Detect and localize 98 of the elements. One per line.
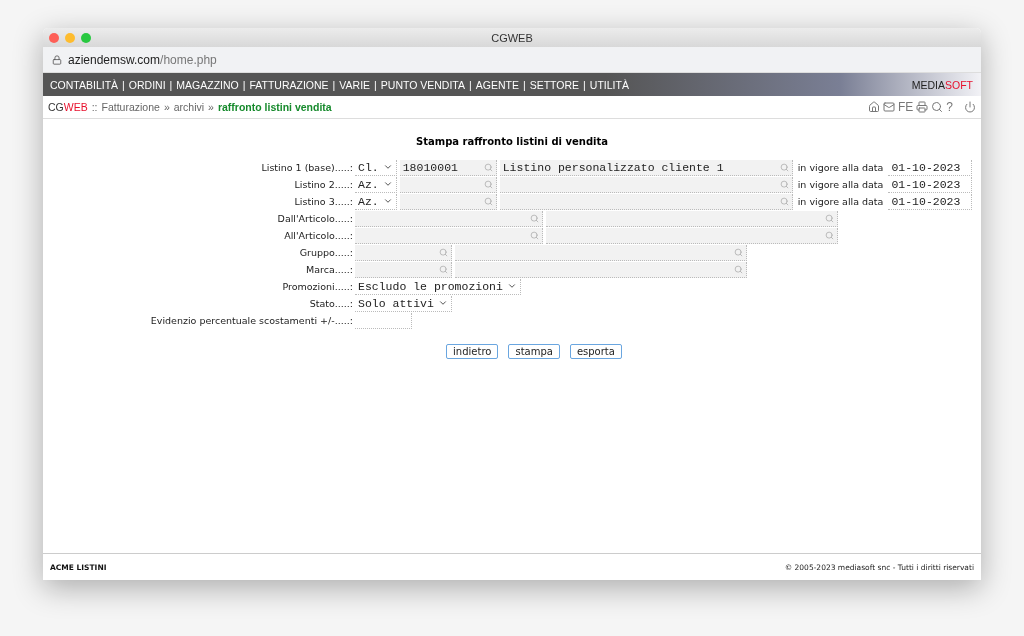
lock-icon (52, 54, 62, 65)
search-icon[interactable] (439, 247, 448, 257)
field-label: Stato.....: (309, 298, 353, 309)
input-field[interactable] (499, 176, 793, 193)
breadcrumb-link[interactable]: Fatturazione (101, 101, 160, 113)
date-label: in vigore alla data (797, 196, 884, 207)
search-icon[interactable] (483, 162, 493, 172)
form-button[interactable]: indietro (446, 344, 499, 359)
field-label: Marca.....: (305, 264, 353, 275)
search-icon[interactable] (825, 213, 834, 223)
search-icon[interactable] (734, 264, 743, 274)
toolbar-link[interactable]: ? (946, 100, 953, 114)
brand-logo: MEDIASOFT (911, 78, 973, 91)
input-field[interactable] (546, 210, 838, 227)
minimize-button[interactable] (65, 33, 75, 43)
search-icon[interactable] (530, 230, 539, 240)
menu-separator: | (374, 78, 377, 91)
field-label: Evidenzio percentuale scostamenti +/-.....: (150, 315, 353, 326)
breadcrumb-separator: » (163, 101, 170, 113)
address-bar[interactable]: aziendemsw.com/home.php (68, 52, 217, 67)
search-icon[interactable] (779, 162, 789, 172)
toolbar-link[interactable]: FE (897, 100, 914, 114)
menu-separator: | (169, 78, 173, 91)
dropdown[interactable]: Escludo le promozioni (355, 278, 521, 295)
dropdown[interactable]: Az. (355, 193, 397, 210)
form-button[interactable]: esporta (569, 344, 622, 359)
mail-icon[interactable] (882, 101, 895, 113)
search-icon[interactable] (825, 230, 834, 240)
chevron-icon (437, 298, 448, 308)
menu-item[interactable]: PUNTO VENDITA (380, 78, 465, 91)
date-label: in vigore alla data (797, 162, 884, 173)
input-field[interactable] (355, 227, 543, 244)
menu-item[interactable]: SETTORE (529, 78, 580, 91)
search-icon[interactable] (483, 196, 493, 206)
date-field[interactable]: 01-10-2023 (888, 176, 973, 193)
menu-separator: | (122, 78, 125, 91)
form-title: Stampa raffronto listini di vendita (416, 136, 608, 147)
input-field[interactable] (355, 261, 452, 278)
menu-item[interactable]: ORDINI (128, 78, 166, 91)
search-icon[interactable] (779, 196, 789, 206)
menu-item[interactable]: MAGAZZINO (176, 78, 239, 91)
input-field[interactable] (355, 210, 543, 227)
date-field[interactable]: 01-10-2023 (888, 159, 973, 176)
search-icon[interactable] (530, 213, 539, 223)
close-button[interactable] (49, 33, 59, 43)
breadcrumb-link[interactable]: archivi (173, 101, 205, 113)
menu-item[interactable]: VARIE (339, 78, 371, 91)
chevron-icon (382, 162, 393, 172)
field-label: Listino 3.....: (294, 196, 353, 207)
input-field[interactable] (399, 176, 497, 193)
search-icon[interactable] (779, 179, 789, 189)
menu-item[interactable]: UTILITÀ (589, 78, 629, 91)
chevron-icon (382, 179, 393, 189)
search-icon[interactable] (483, 179, 493, 189)
input-field[interactable]: 18010001 (399, 159, 497, 176)
menu-separator: | (332, 78, 336, 91)
home-icon[interactable] (867, 101, 880, 113)
menu-item[interactable]: AGENTE (475, 78, 519, 91)
breadcrumb-separator: :: (91, 101, 98, 113)
input-field[interactable] (455, 261, 747, 278)
date-label: in vigore alla data (797, 179, 884, 190)
form-button[interactable]: stampa (508, 344, 560, 359)
menu-item[interactable]: CONTABILITÀ (50, 78, 119, 91)
search-icon[interactable] (439, 264, 448, 274)
printer-icon[interactable] (916, 101, 929, 113)
window-title: CGWEB (491, 31, 533, 44)
menu-separator: | (583, 78, 586, 91)
breadcrumb-separator: » (208, 101, 214, 113)
app-logo-text: WEB (63, 101, 88, 113)
search-icon[interactable] (931, 101, 944, 113)
search-icon[interactable] (734, 247, 743, 257)
menu-separator: | (242, 78, 246, 91)
input-field[interactable] (399, 193, 497, 210)
power-icon[interactable] (964, 101, 976, 113)
chevron-icon (506, 281, 517, 291)
dropdown[interactable]: Az. (355, 176, 397, 193)
input-field[interactable]: Listino personalizzato cliente 1 (499, 159, 793, 176)
dropdown[interactable]: Cl. (355, 159, 397, 176)
field-label: Promozioni.....: (282, 281, 353, 292)
menu-separator: | (469, 78, 472, 91)
app-logo-text: CG (48, 101, 64, 113)
field-label: Listino 1 (base).....: (261, 162, 353, 173)
input-field[interactable] (355, 312, 412, 329)
field-label: Gruppo.....: (299, 247, 353, 258)
menu-item[interactable]: FATTURAZIONE (249, 78, 329, 91)
field-label: Dall'Articolo.....: (277, 213, 353, 224)
input-field[interactable] (546, 227, 838, 244)
input-field[interactable] (355, 244, 452, 261)
input-field[interactable] (499, 193, 793, 210)
field-label: Listino 2.....: (294, 179, 353, 190)
dropdown[interactable]: Solo attivi (355, 295, 452, 312)
chevron-icon (382, 196, 393, 206)
input-field[interactable] (455, 244, 747, 261)
menu-separator: | (522, 78, 526, 91)
date-field[interactable]: 01-10-2023 (888, 193, 973, 210)
maximize-button[interactable] (81, 33, 91, 43)
field-label: All'Articolo.....: (284, 230, 353, 241)
breadcrumb-current: raffronto listini vendita (217, 101, 332, 113)
